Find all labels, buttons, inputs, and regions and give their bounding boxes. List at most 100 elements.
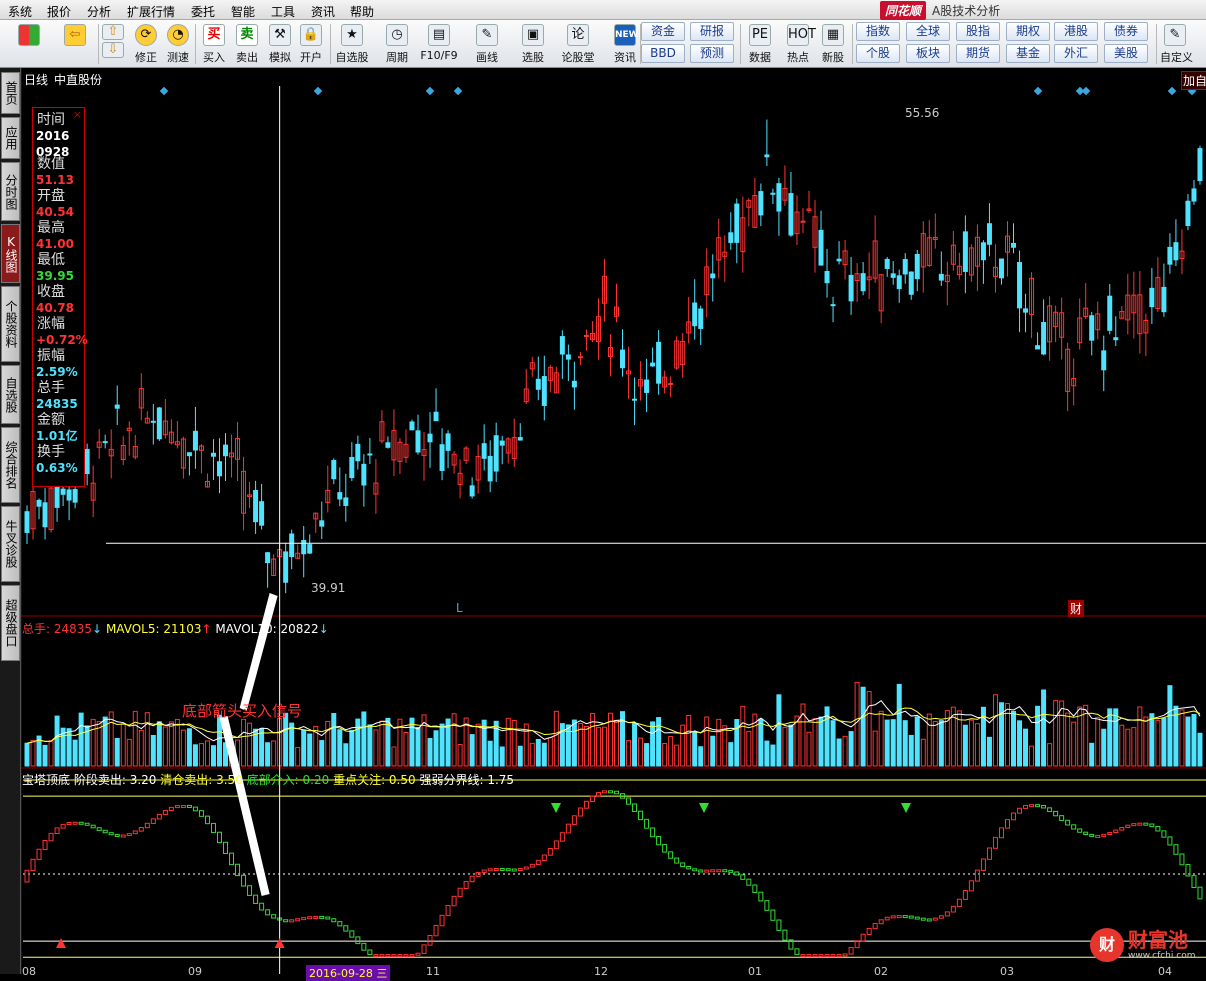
toolbar-label-14: 热点: [787, 51, 809, 64]
quick-button-资金[interactable]: 资金: [641, 22, 685, 41]
market-button-10[interactable]: 债券: [1104, 22, 1148, 41]
signal-diamond-icon: [1033, 86, 1043, 96]
up-down-buttons[interactable]: ⇧ ⇩: [100, 22, 126, 66]
side-tab-5[interactable]: 自选股: [1, 365, 20, 424]
candle-body: [433, 411, 439, 422]
market-button-3[interactable]: 板块: [906, 44, 950, 63]
candle-body: [986, 223, 992, 245]
market-button-9[interactable]: 外汇: [1054, 44, 1098, 63]
toolbar-button-13[interactable]: PE 数据: [745, 22, 775, 66]
toolbar-button-5[interactable]: 🔒 开户: [296, 22, 326, 66]
market-button-7[interactable]: 基金: [1006, 44, 1050, 63]
indicator-bar: [168, 806, 174, 812]
period-label[interactable]: 日线: [24, 71, 48, 88]
home-button[interactable]: [14, 22, 44, 66]
signal-arrow-icon: [901, 803, 911, 813]
side-tab-8[interactable]: 超级盘口: [1, 585, 20, 661]
indicator-bar: [391, 954, 397, 958]
side-tab-1[interactable]: 应用: [1, 117, 20, 159]
market-button-0[interactable]: 指数: [856, 22, 900, 41]
toolbar-button-12[interactable]: NEWS 资讯: [605, 22, 645, 66]
toolbar-button-15[interactable]: ▦ 新股: [818, 22, 848, 66]
volume-bar: [331, 713, 337, 767]
menu-item-6[interactable]: 工具: [271, 3, 295, 20]
candle-body: [319, 520, 325, 527]
side-tab-3[interactable]: K线图: [1, 224, 20, 283]
menu-item-0[interactable]: 系统: [8, 3, 32, 20]
toolbar-button-0[interactable]: ⟳ 修正: [131, 22, 161, 66]
indicator-bar: [920, 917, 926, 921]
side-tab-7[interactable]: 牛叉诊股: [1, 506, 20, 582]
back-button[interactable]: ⇦: [60, 22, 90, 66]
volume-bar: [114, 737, 120, 767]
indicator-bar: [373, 954, 379, 958]
menu-item-4[interactable]: 委托: [191, 3, 215, 20]
market-button-4[interactable]: 股指: [956, 22, 1000, 41]
candle-body: [216, 461, 222, 477]
indicator-bar: [1197, 886, 1203, 900]
kline-chart-svg[interactable]: [21, 68, 1206, 974]
toolbar-button-3[interactable]: 卖卖出: [232, 22, 262, 66]
market-button-1[interactable]: 个股: [856, 44, 900, 63]
high-price-label: 55.56: [905, 106, 940, 120]
quick-button-研报[interactable]: 研报: [690, 22, 734, 41]
side-tab-4[interactable]: 个股资料: [1, 286, 20, 362]
toolbar-button-7[interactable]: ◷ 周期: [377, 22, 417, 66]
close-icon[interactable]: ×: [73, 108, 82, 121]
volume-bar: [1107, 708, 1113, 767]
menu-item-3[interactable]: 扩展行情: [127, 3, 175, 20]
info-key-7: 振幅: [37, 348, 65, 364]
signal-arrow-icon: [551, 803, 561, 813]
menu-item-5[interactable]: 智能: [231, 3, 255, 20]
market-button-5[interactable]: 期货: [956, 44, 1000, 63]
toolbar-button-9[interactable]: ✎ 画线: [467, 22, 507, 66]
volume-bar: [192, 744, 198, 767]
add-to-watchlist-button[interactable]: 加自: [1181, 71, 1206, 90]
indicator-bar: [1155, 826, 1161, 832]
volume-bar: [499, 746, 505, 767]
candle-body: [156, 407, 162, 440]
toolbar-button-4[interactable]: ⚒ 模拟: [265, 22, 295, 66]
toolbar-button-14[interactable]: HOT 热点: [783, 22, 816, 66]
side-tab-2[interactable]: 分时图: [1, 162, 20, 221]
toolbar-label-0: 修正: [135, 51, 157, 64]
market-button-8[interactable]: 港股: [1054, 22, 1098, 41]
market-button-11[interactable]: 美股: [1104, 44, 1148, 63]
candle-body: [632, 398, 638, 401]
quick-button-预测[interactable]: 预测: [690, 44, 734, 63]
side-tab-6[interactable]: 综合排名: [1, 427, 20, 503]
indicator-bar: [463, 881, 469, 889]
candle-body: [800, 220, 806, 223]
indicator-bar: [331, 918, 337, 923]
indicator-bar: [1125, 824, 1131, 829]
toolbar-button-2[interactable]: 买买入: [199, 22, 229, 66]
menu-item-1[interactable]: 报价: [47, 3, 71, 20]
volume-bar: [72, 739, 78, 767]
toolbar-button-1[interactable]: ◔ 测速: [163, 22, 193, 66]
toolbar-button-16[interactable]: ✎ 自定义: [1160, 22, 1193, 66]
menu-item-7[interactable]: 资讯: [311, 3, 335, 20]
indicator-bar: [355, 936, 361, 945]
indicator-bar: [776, 919, 782, 931]
indicator-bar: [247, 885, 253, 896]
quick-button-BBD[interactable]: BBD: [641, 44, 685, 63]
indicator-bar: [854, 940, 860, 949]
toolbar-button-8[interactable]: ▤ F10/F9: [419, 22, 459, 66]
side-tab-0[interactable]: 首页: [1, 72, 20, 114]
volume-bar: [343, 743, 349, 767]
menu-item-2[interactable]: 分析: [87, 3, 111, 20]
volume-bar: [30, 740, 36, 767]
watermark-text: 财富池: [1128, 928, 1188, 952]
indicator-bar: [908, 915, 914, 919]
market-button-2[interactable]: 全球: [906, 22, 950, 41]
toolbar-button-11[interactable]: 论论股堂: [558, 22, 598, 66]
kline-chart-area[interactable]: [21, 68, 1206, 974]
volume-bar: [1101, 728, 1107, 767]
toolbar-button-10[interactable]: ▣ 选股: [513, 22, 553, 66]
volume-bar: [698, 746, 704, 767]
market-button-6[interactable]: 期权: [1006, 22, 1050, 41]
indicator-bar: [325, 916, 331, 920]
toolbar-button-6[interactable]: ★ 自选股: [332, 22, 372, 66]
indicator-bar: [818, 954, 824, 958]
menu-item-8[interactable]: 帮助: [350, 3, 374, 20]
